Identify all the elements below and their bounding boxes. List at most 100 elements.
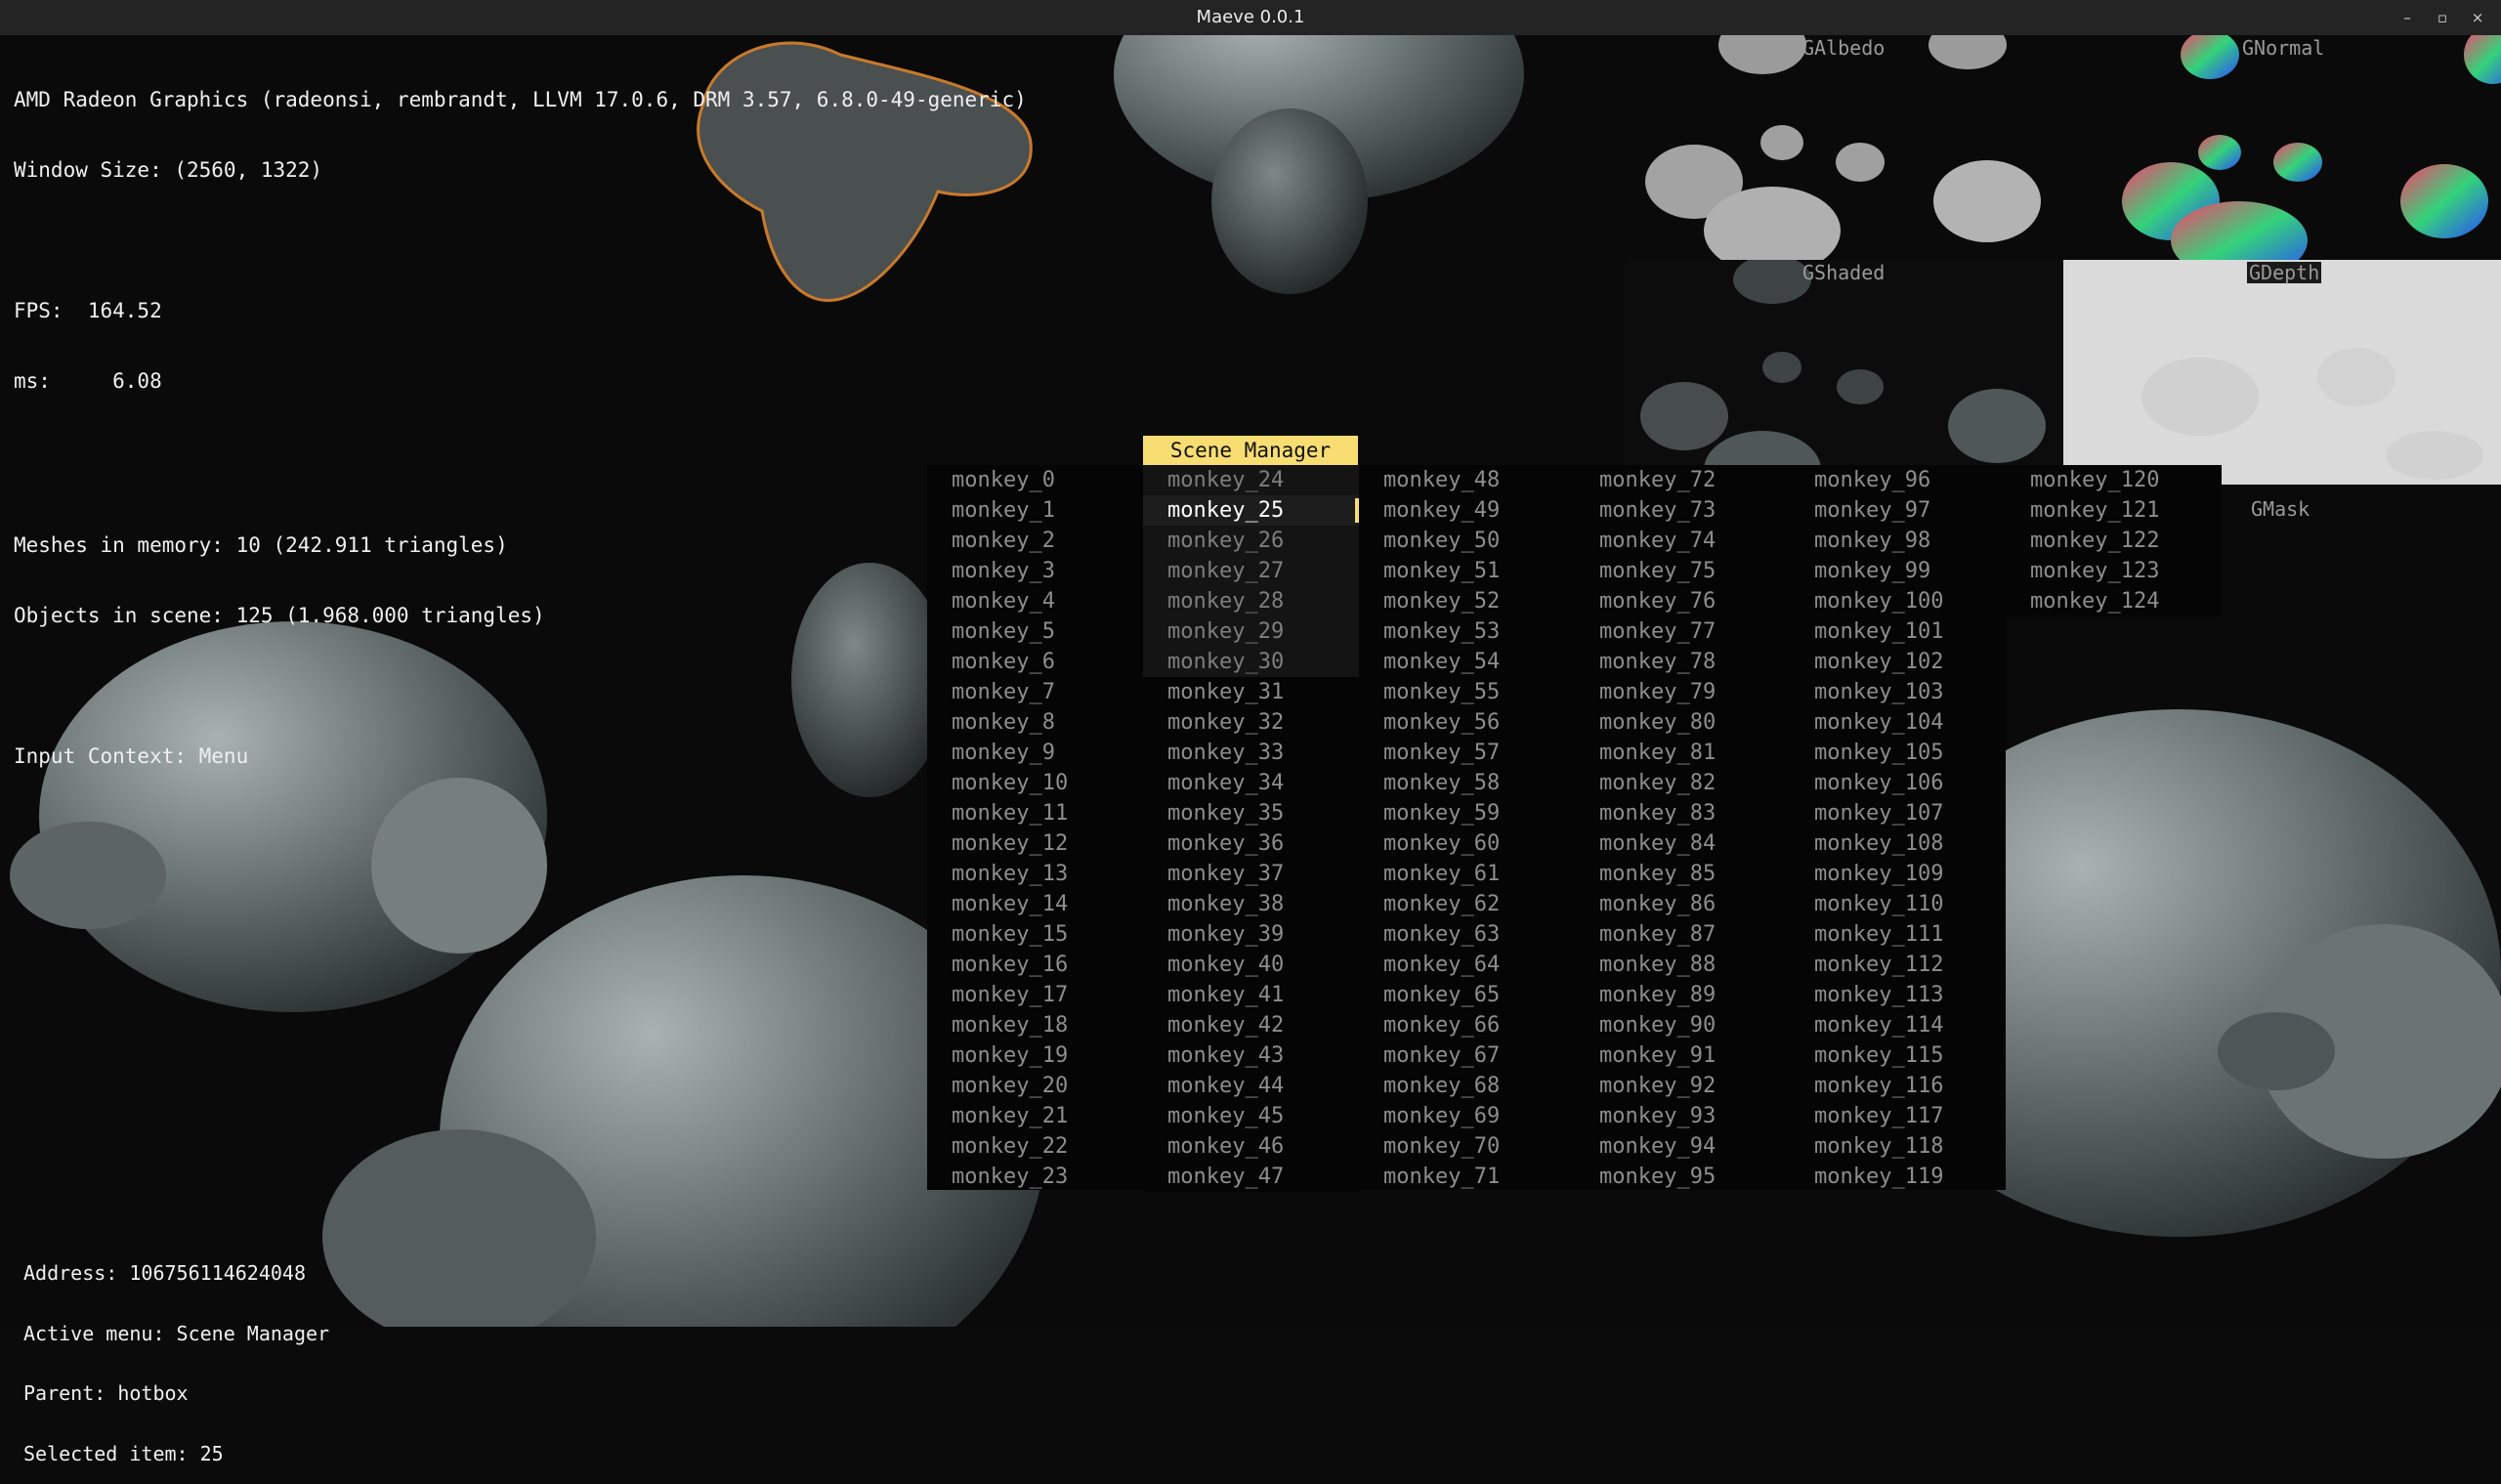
maximize-icon[interactable]: ▫ [2431, 6, 2454, 29]
menu-item[interactable]: monkey_22 [927, 1131, 1143, 1162]
menu-item[interactable]: monkey_20 [927, 1071, 1143, 1101]
menu-item[interactable]: monkey_38 [1143, 889, 1359, 919]
menu-item[interactable]: monkey_46 [1143, 1131, 1359, 1162]
menu-item[interactable]: monkey_105 [1790, 738, 2006, 768]
menu-item[interactable]: monkey_51 [1359, 556, 1575, 586]
menu-item[interactable]: monkey_95 [1575, 1162, 1791, 1192]
menu-item[interactable]: monkey_98 [1790, 526, 2006, 556]
menu-item[interactable]: monkey_56 [1359, 707, 1575, 738]
menu-item[interactable]: monkey_52 [1359, 586, 1575, 616]
menu-item[interactable]: monkey_108 [1790, 828, 2006, 859]
menu-item[interactable]: monkey_15 [927, 919, 1143, 950]
menu-item[interactable]: monkey_33 [1143, 738, 1359, 768]
menu-item[interactable]: monkey_39 [1143, 919, 1359, 950]
menu-item[interactable]: monkey_116 [1790, 1071, 2006, 1101]
minimize-icon[interactable]: – [2395, 6, 2419, 29]
menu-item[interactable]: monkey_118 [1790, 1131, 2006, 1162]
menu-item[interactable]: monkey_7 [927, 677, 1143, 707]
menu-item[interactable]: monkey_16 [927, 950, 1143, 980]
menu-item[interactable]: monkey_19 [927, 1040, 1143, 1071]
menu-item[interactable]: monkey_74 [1575, 526, 1791, 556]
menu-item[interactable]: monkey_102 [1790, 647, 2006, 677]
menu-item[interactable]: monkey_109 [1790, 859, 2006, 889]
menu-item[interactable]: monkey_27 [1143, 556, 1359, 586]
menu-item[interactable]: monkey_75 [1575, 556, 1791, 586]
menu-item[interactable]: monkey_84 [1575, 828, 1791, 859]
menu-item[interactable]: monkey_48 [1359, 465, 1575, 495]
menu-item[interactable]: monkey_14 [927, 889, 1143, 919]
menu-item[interactable]: monkey_3 [927, 556, 1143, 586]
menu-item[interactable]: monkey_80 [1575, 707, 1791, 738]
menu-item[interactable]: monkey_78 [1575, 647, 1791, 677]
menu-item[interactable]: monkey_26 [1143, 526, 1359, 556]
menu-item[interactable]: monkey_47 [1143, 1162, 1359, 1192]
menu-item[interactable]: monkey_88 [1575, 950, 1791, 980]
menu-item[interactable]: monkey_111 [1790, 919, 2006, 950]
menu-item[interactable]: monkey_58 [1359, 768, 1575, 798]
menu-item[interactable]: monkey_61 [1359, 859, 1575, 889]
menu-item[interactable]: monkey_8 [927, 707, 1143, 738]
menu-item[interactable]: monkey_101 [1790, 616, 2006, 647]
menu-item[interactable]: monkey_28 [1143, 586, 1359, 616]
menu-item[interactable]: monkey_2 [927, 526, 1143, 556]
menu-item[interactable]: monkey_71 [1359, 1162, 1575, 1192]
menu-item[interactable]: monkey_77 [1575, 616, 1791, 647]
menu-item[interactable]: monkey_30 [1143, 647, 1359, 677]
menu-item[interactable]: monkey_65 [1359, 980, 1575, 1010]
menu-item[interactable]: monkey_119 [1790, 1162, 2006, 1192]
menu-item[interactable]: monkey_9 [927, 738, 1143, 768]
menu-item[interactable]: monkey_115 [1790, 1040, 2006, 1071]
menu-item[interactable]: monkey_4 [927, 586, 1143, 616]
menu-item[interactable]: monkey_72 [1575, 465, 1791, 495]
menu-item[interactable]: monkey_5 [927, 616, 1143, 647]
menu-item[interactable]: monkey_24 [1143, 465, 1359, 495]
menu-item[interactable]: monkey_107 [1790, 798, 2006, 828]
menu-item[interactable]: monkey_53 [1359, 616, 1575, 647]
menu-item[interactable]: monkey_92 [1575, 1071, 1791, 1101]
menu-item[interactable]: monkey_81 [1575, 738, 1791, 768]
menu-item[interactable]: monkey_29 [1143, 616, 1359, 647]
menu-item[interactable]: monkey_37 [1143, 859, 1359, 889]
menu-item[interactable]: monkey_79 [1575, 677, 1791, 707]
menu-item[interactable]: monkey_18 [927, 1010, 1143, 1040]
menu-item[interactable]: monkey_55 [1359, 677, 1575, 707]
menu-item[interactable]: monkey_97 [1790, 495, 2006, 526]
menu-item[interactable]: monkey_1 [927, 495, 1143, 526]
menu-item[interactable]: monkey_91 [1575, 1040, 1791, 1071]
menu-item[interactable]: monkey_76 [1575, 586, 1791, 616]
menu-item[interactable]: monkey_63 [1359, 919, 1575, 950]
menu-item[interactable]: monkey_31 [1143, 677, 1359, 707]
menu-item[interactable]: monkey_10 [927, 768, 1143, 798]
menu-item[interactable]: monkey_66 [1359, 1010, 1575, 1040]
menu-item[interactable]: monkey_13 [927, 859, 1143, 889]
menu-item[interactable]: monkey_70 [1359, 1131, 1575, 1162]
menu-item[interactable]: monkey_50 [1359, 526, 1575, 556]
menu-item[interactable]: monkey_89 [1575, 980, 1791, 1010]
menu-item[interactable]: monkey_113 [1790, 980, 2006, 1010]
menu-item[interactable]: monkey_57 [1359, 738, 1575, 768]
menu-item[interactable]: monkey_32 [1143, 707, 1359, 738]
menu-item[interactable]: monkey_85 [1575, 859, 1791, 889]
menu-item[interactable]: monkey_83 [1575, 798, 1791, 828]
menu-item[interactable]: monkey_67 [1359, 1040, 1575, 1071]
menu-item[interactable]: monkey_62 [1359, 889, 1575, 919]
menu-item[interactable]: monkey_34 [1143, 768, 1359, 798]
close-icon[interactable]: × [2466, 6, 2489, 29]
menu-item[interactable]: monkey_124 [2006, 586, 2222, 616]
menu-item[interactable]: monkey_11 [927, 798, 1143, 828]
menu-item[interactable]: monkey_6 [927, 647, 1143, 677]
menu-item[interactable]: monkey_42 [1143, 1010, 1359, 1040]
menu-item[interactable]: monkey_0 [927, 465, 1143, 495]
menu-item[interactable]: monkey_114 [1790, 1010, 2006, 1040]
menu-item[interactable]: monkey_73 [1575, 495, 1791, 526]
menu-item[interactable]: monkey_117 [1790, 1101, 2006, 1131]
menu-item[interactable]: monkey_103 [1790, 677, 2006, 707]
menu-item[interactable]: monkey_123 [2006, 556, 2222, 586]
menu-item[interactable]: monkey_25 [1143, 495, 1359, 526]
menu-item[interactable]: monkey_45 [1143, 1101, 1359, 1131]
menu-item[interactable]: monkey_40 [1143, 950, 1359, 980]
menu-item[interactable]: monkey_86 [1575, 889, 1791, 919]
menu-item[interactable]: monkey_12 [927, 828, 1143, 859]
menu-item[interactable]: monkey_94 [1575, 1131, 1791, 1162]
menu-item[interactable]: monkey_82 [1575, 768, 1791, 798]
